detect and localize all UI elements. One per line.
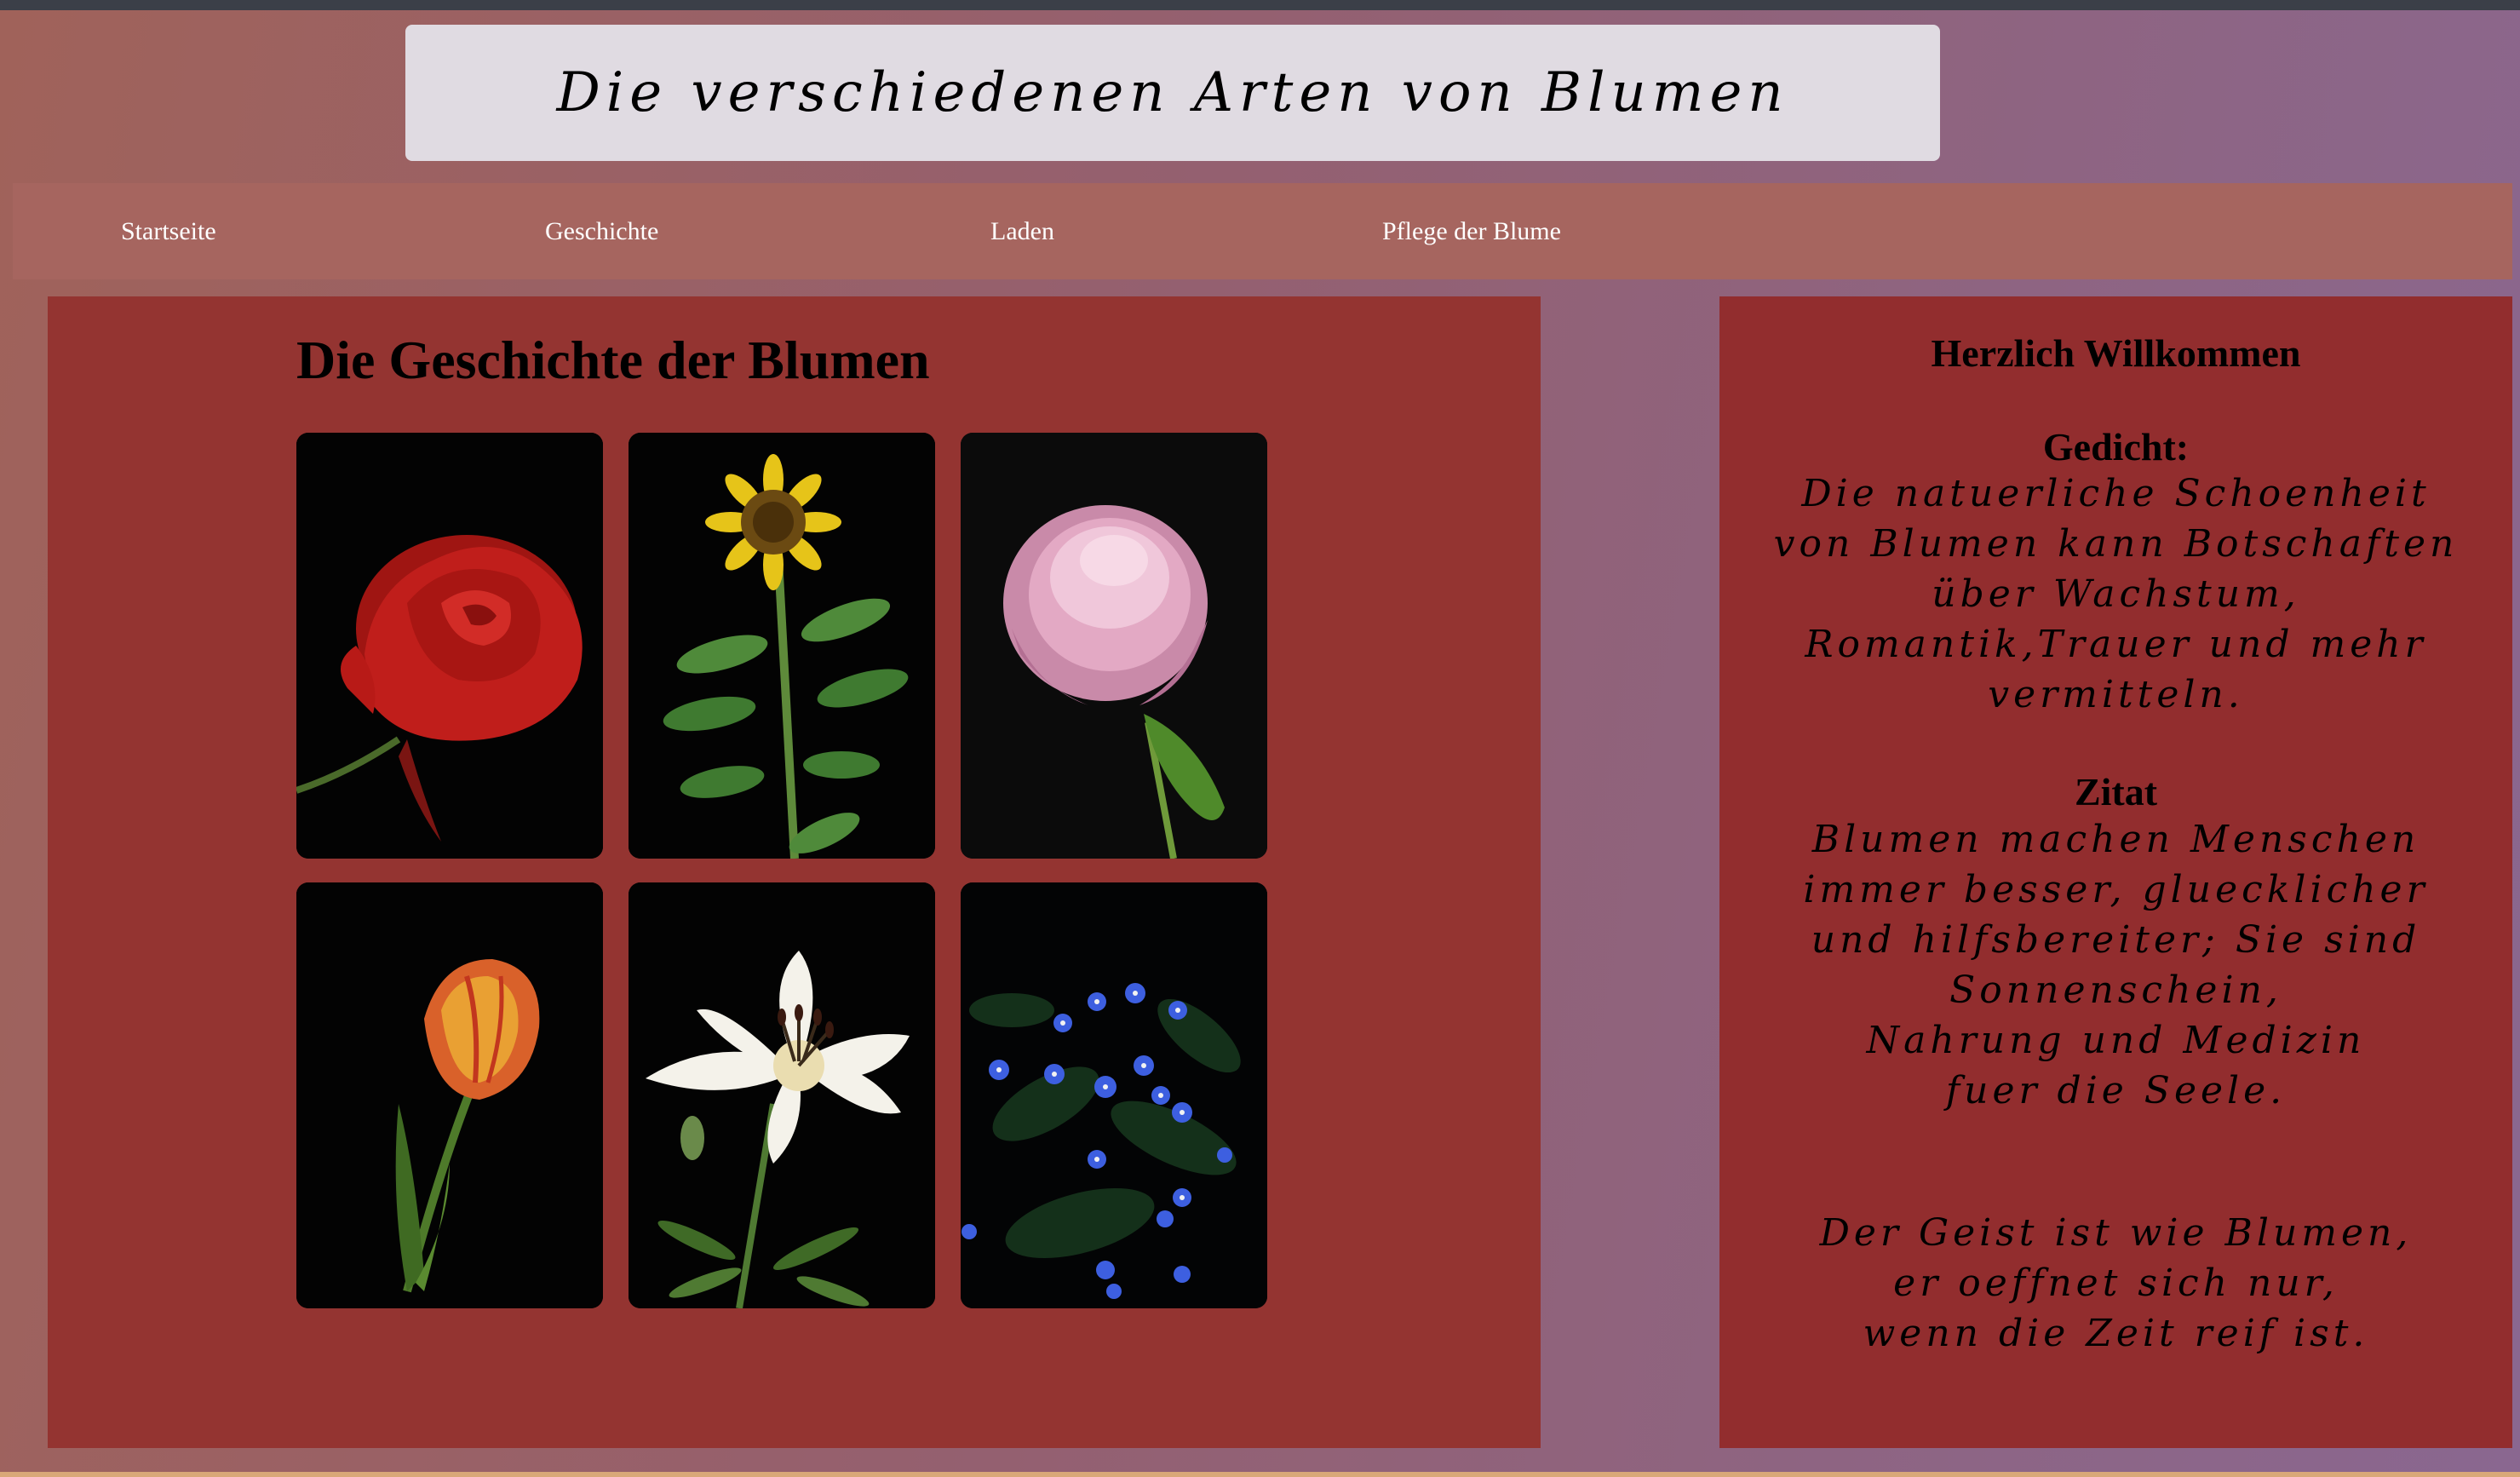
quote-line: immer besser, gluecklicher (1803, 868, 2429, 911)
nav-item-geschichte[interactable]: Geschichte (545, 183, 658, 279)
poem-text: Die natuerliche Schoenheit von Blumen ka… (1719, 468, 2512, 720)
main-navigation: Startseite Geschichte Laden Pflege der B… (13, 183, 2512, 279)
section-heading: Die Geschichte der Blumen (296, 330, 930, 390)
page-title: Die verschiedenen Arten von Blumen (556, 61, 1789, 124)
nav-item-laden[interactable]: Laden (990, 183, 1054, 279)
rose-image (296, 433, 603, 859)
browser-top-bar (0, 0, 2520, 10)
poem-line: Die natuerliche Schoenheit (1801, 472, 2431, 515)
site-header: Die verschiedenen Arten von Blumen (405, 25, 1940, 161)
quote-line: fuer die Seele. (1945, 1069, 2287, 1112)
quote-line: Der Geist ist wie Blumen, (1819, 1211, 2413, 1255)
lily-image (629, 882, 935, 1308)
nav-item-pflege-der-blume[interactable]: Pflege der Blume (1382, 183, 1561, 279)
main-content: Die Geschichte der Blumen (48, 296, 1541, 1448)
welcome-heading: Herzlich Willkommen (1931, 331, 2301, 375)
quote-heading: Zitat (2074, 770, 2158, 813)
second-quote-text: Der Geist ist wie Blumen, er oeffnet sic… (1719, 1208, 2512, 1359)
quote-line: und hilfsbereiter; Sie sind (1811, 918, 2421, 962)
poem-heading: Gedicht: (2042, 425, 2190, 468)
page-bottom-edge (0, 1472, 2520, 1477)
tulip-image (296, 882, 603, 1308)
lily-icon (629, 882, 935, 1308)
poem-line: Romantik,Trauer und mehr (1805, 623, 2427, 666)
sunflower-icon (629, 433, 935, 859)
peony-image (961, 433, 1267, 859)
forget-me-not-image (961, 882, 1267, 1308)
quote-line: wenn die Zeit reif ist. (1863, 1312, 2369, 1355)
quote-line: Blumen machen Menschen (1811, 818, 2420, 861)
poem-line: vermitteln. (1988, 673, 2244, 716)
quote-line: Nahrung und Medizin (1866, 1019, 2366, 1062)
sunflower-image (629, 433, 935, 859)
quote-line: er oeffnet sich nur, (1893, 1261, 2339, 1305)
tulip-icon (296, 882, 603, 1308)
forget-me-not-icon (961, 882, 1267, 1308)
nav-item-startseite[interactable]: Startseite (121, 183, 216, 279)
poem-line: über Wachstum, (1932, 572, 2300, 616)
quote-line: Sonnenschein, (1949, 968, 2282, 1012)
peony-icon (961, 433, 1267, 859)
poem-line: von Blumen kann Botschaften (1773, 522, 2459, 566)
quote-text: Blumen machen Menschen immer besser, glu… (1719, 814, 2512, 1116)
welcome-sidebar: Herzlich Willkommen Gedicht: Die natuerl… (1719, 296, 2512, 1448)
rose-icon (296, 433, 603, 859)
